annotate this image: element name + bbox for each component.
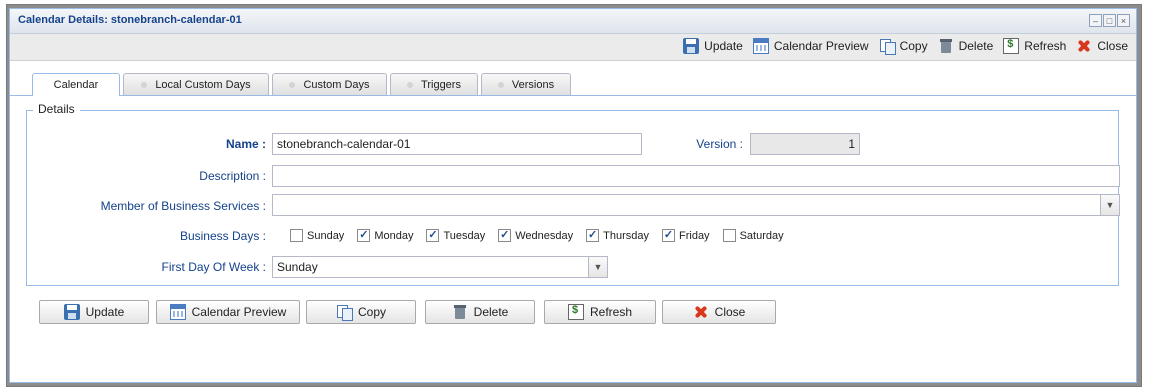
details-legend: Details	[33, 102, 80, 116]
day-monday[interactable]: ✓ Monday	[357, 229, 413, 242]
day-sunday[interactable]: Sunday	[290, 229, 344, 242]
refresh-icon	[1003, 38, 1020, 54]
status-dot-icon	[497, 81, 504, 88]
first-day-of-week-label: First Day Of Week :	[161, 260, 266, 274]
toolbar-copy-button[interactable]: Copy	[879, 38, 928, 55]
delete-button[interactable]: Delete	[425, 300, 535, 324]
toolbar-delete-label: Delete	[958, 39, 994, 53]
tab-versions-label: Versions	[511, 78, 555, 91]
status-dot-icon	[141, 81, 148, 88]
copy-icon	[879, 38, 896, 55]
checkbox-monday[interactable]: ✓	[357, 229, 371, 242]
calendar-icon	[752, 38, 769, 54]
tab-calendar[interactable]: Calendar	[32, 73, 120, 96]
delete-icon	[938, 38, 954, 54]
close-icon	[1076, 38, 1092, 54]
calendar-icon	[169, 304, 186, 320]
toolbar-delete-button[interactable]: Delete	[938, 38, 994, 54]
version-field: 1	[750, 133, 860, 155]
day-wednesday-label: Wednesday	[515, 229, 574, 242]
name-label: Name :	[225, 137, 266, 151]
name-field[interactable]	[272, 133, 642, 155]
toolbar-calendar-preview-button[interactable]: Calendar Preview	[752, 38, 869, 54]
day-wednesday[interactable]: ✓ Wednesday	[498, 229, 573, 242]
checkbox-thursday[interactable]: ✓	[586, 229, 600, 242]
refresh-icon	[567, 304, 584, 320]
tab-custom-days[interactable]: Custom Days	[272, 73, 387, 95]
business-days-group: Sunday ✓ Monday ✓ Tuesday ✓ Wednesday ✓ …	[290, 229, 797, 242]
close-button-label: Close	[714, 305, 746, 319]
tab-calendar-label: Calendar	[53, 79, 99, 91]
window-controls: – □ ×	[1089, 14, 1130, 27]
first-day-of-week-value: Sunday	[277, 260, 318, 274]
checkbox-wednesday[interactable]: ✓	[498, 229, 512, 242]
day-monday-label: Monday	[374, 229, 414, 242]
maximize-icon[interactable]: □	[1103, 14, 1116, 27]
minimize-icon[interactable]: –	[1089, 14, 1102, 27]
toolbar-refresh-label: Refresh	[1024, 39, 1067, 53]
checkbox-saturday[interactable]	[722, 229, 736, 242]
close-icon	[693, 304, 709, 320]
business-days-label: Business Days :	[179, 229, 266, 243]
copy-button-label: Copy	[357, 305, 386, 319]
day-sunday-label: Sunday	[307, 229, 345, 242]
calendar-preview-button-label: Calendar Preview	[191, 305, 287, 319]
delete-button-label: Delete	[473, 305, 509, 319]
version-label: Version :	[696, 137, 743, 151]
day-friday[interactable]: ✓ Friday	[662, 229, 710, 242]
day-thursday[interactable]: ✓ Thursday	[586, 229, 649, 242]
chevron-down-icon[interactable]: ▼	[588, 257, 607, 277]
save-icon	[683, 38, 700, 54]
copy-icon	[336, 304, 353, 321]
day-saturday-label: Saturday	[739, 229, 784, 242]
day-friday-label: Friday	[679, 229, 710, 242]
toolbar-update-button[interactable]: Update	[683, 38, 743, 54]
day-tuesday-label: Tuesday	[443, 229, 486, 242]
tab-local-custom-days-label: Local Custom Days	[155, 78, 251, 91]
tab-custom-days-label: Custom Days	[303, 78, 370, 91]
refresh-button-label: Refresh	[589, 305, 633, 319]
chevron-down-icon[interactable]: ▼	[1100, 195, 1119, 215]
day-tuesday[interactable]: ✓ Tuesday	[426, 229, 485, 242]
description-label: Description :	[199, 169, 266, 183]
tab-versions[interactable]: Versions	[481, 73, 571, 95]
checkbox-friday[interactable]: ✓	[662, 229, 675, 242]
window-title: Calendar Details: stonebranch-calendar-0…	[18, 14, 242, 26]
toolbar-update-label: Update	[704, 39, 743, 53]
checkbox-tuesday[interactable]: ✓	[426, 229, 440, 242]
tab-triggers[interactable]: Triggers	[390, 73, 478, 95]
member-business-services-label: Member of Business Services :	[100, 199, 266, 213]
title-bar: Calendar Details: stonebranch-calendar-0…	[10, 9, 1136, 34]
checkbox-sunday[interactable]	[290, 229, 303, 242]
calendar-preview-button[interactable]: Calendar Preview	[156, 300, 300, 324]
status-dot-icon	[289, 81, 296, 88]
tab-triggers-label: Triggers	[421, 78, 461, 91]
tab-local-custom-days[interactable]: Local Custom Days	[123, 73, 269, 95]
status-dot-icon	[407, 81, 414, 88]
tab-strip: Calendar Local Custom Days Custom Days T…	[10, 61, 1136, 96]
update-button[interactable]: Update	[39, 300, 149, 324]
day-thursday-label: Thursday	[603, 229, 649, 242]
toolbar-close-label: Close	[1097, 39, 1128, 53]
refresh-button[interactable]: Refresh	[544, 300, 656, 324]
first-day-of-week-select[interactable]: Sunday ▼	[272, 256, 608, 278]
toolbar-copy-label: Copy	[899, 39, 928, 53]
update-button-label: Update	[85, 305, 125, 319]
close-button[interactable]: Close	[662, 300, 776, 324]
toolbar-calendar-preview-label: Calendar Preview	[773, 39, 869, 53]
toolbar-refresh-button[interactable]: Refresh	[1003, 38, 1066, 54]
top-toolbar: Update Calendar Preview Copy Delete Refr…	[10, 34, 1136, 61]
day-saturday[interactable]: Saturday	[722, 229, 784, 242]
toolbar-close-button[interactable]: Close	[1076, 38, 1128, 54]
description-field[interactable]	[272, 165, 1120, 187]
save-icon	[63, 304, 80, 320]
delete-icon	[452, 304, 468, 320]
member-business-services-select[interactable]: ▼	[272, 194, 1120, 216]
copy-button[interactable]: Copy	[306, 300, 416, 324]
close-window-icon[interactable]: ×	[1117, 14, 1130, 27]
